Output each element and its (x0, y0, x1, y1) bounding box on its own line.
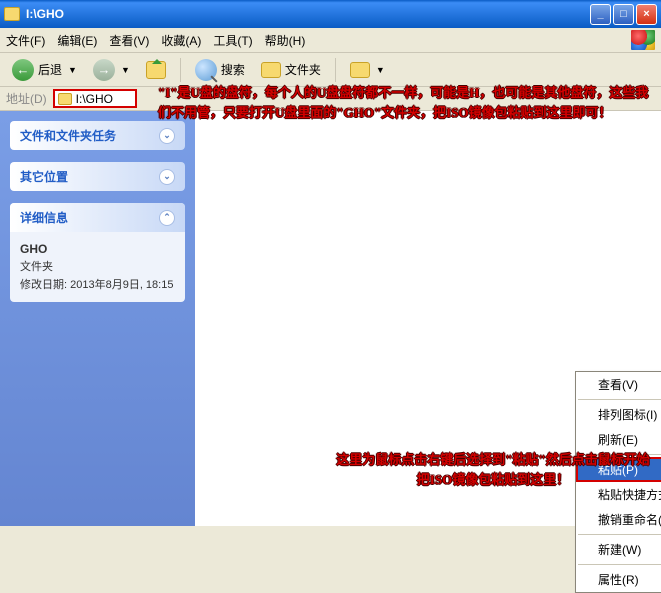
up-folder-icon (146, 61, 166, 79)
sidebar-panel-tasks: 文件和文件夹任务 ⌄ (10, 121, 185, 150)
address-input[interactable]: I:\GHO (53, 89, 137, 108)
sidebar-panel-details: 详细信息 ⌃ GHO 文件夹 修改日期: 2013年8月9日, 18:15 (10, 203, 185, 302)
maximize-button[interactable]: □ (613, 4, 634, 25)
window-title: I:\GHO (26, 7, 590, 21)
panel-title: 其它位置 (20, 168, 68, 185)
sidebar: 文件和文件夹任务 ⌄ 其它位置 ⌄ 详细信息 ⌃ GHO 文件夹 修改日期: 2… (0, 111, 195, 526)
address-label: 地址(D) (6, 90, 47, 107)
details-date: 修改日期: 2013年8月9日, 18:15 (20, 277, 175, 295)
details-type: 文件夹 (20, 259, 175, 277)
window-buttons: _ □ × (590, 4, 657, 25)
menu-edit[interactable]: 编辑(E) (57, 32, 97, 49)
chevron-down-icon: ▼ (68, 65, 77, 75)
menu-bar: 文件(F) 编辑(E) 查看(V) 收藏(A) 工具(T) 帮助(H) (0, 28, 661, 53)
views-button[interactable]: ▼ (344, 60, 391, 80)
ctx-undo-rename[interactable]: 撤销重命名(U) Ctrl+Z (576, 507, 661, 532)
folders-icon (261, 62, 281, 78)
menu-view[interactable]: 查看(V) (109, 32, 149, 49)
separator (578, 564, 661, 565)
ctx-label: 属性(R) (598, 571, 639, 588)
sidebar-panel-other: 其它位置 ⌄ (10, 162, 185, 191)
chevron-up-icon: ⌃ (159, 210, 175, 226)
menu-file[interactable]: 文件(F) (6, 32, 45, 49)
chevron-down-icon: ▼ (121, 65, 130, 75)
panel-title: 文件和文件夹任务 (20, 127, 116, 144)
panel-header[interactable]: 文件和文件夹任务 ⌄ (10, 121, 185, 150)
separator (335, 58, 336, 82)
ctx-label: 撤销重命名(U) (598, 511, 661, 528)
folders-label: 文件夹 (285, 61, 321, 78)
ctx-new[interactable]: 新建(W) ▶ (576, 537, 661, 562)
back-label: 后退 (38, 61, 62, 78)
search-button[interactable]: 搜索 (189, 57, 251, 83)
back-button[interactable]: ← 后退 ▼ (6, 57, 83, 83)
folders-button[interactable]: 文件夹 (255, 59, 327, 80)
ctx-properties[interactable]: 属性(R) (576, 567, 661, 592)
folder-icon (58, 93, 72, 105)
annotation-top: "I"是U盘的盘符，每个人的U盘盘符都不一样，可能是H，也可能是其他盘符，这些我… (158, 83, 658, 122)
views-icon (350, 62, 370, 78)
panel-body: GHO 文件夹 修改日期: 2013年8月9日, 18:15 (10, 232, 185, 302)
separator (578, 399, 661, 400)
folder-icon (4, 7, 20, 21)
menu-favorites[interactable]: 收藏(A) (161, 32, 201, 49)
up-button[interactable] (140, 59, 172, 81)
panel-header[interactable]: 详细信息 ⌃ (10, 203, 185, 232)
search-label: 搜索 (221, 61, 245, 78)
details-name: GHO (20, 240, 175, 259)
forward-arrow-icon: → (93, 59, 115, 81)
menu-help[interactable]: 帮助(H) (265, 32, 306, 49)
ctx-label: 排列图标(I) (598, 406, 657, 423)
panel-header[interactable]: 其它位置 ⌄ (10, 162, 185, 191)
minimize-button[interactable]: _ (590, 4, 611, 25)
title-bar: I:\GHO _ □ × (0, 0, 661, 28)
separator (180, 58, 181, 82)
menu-tools[interactable]: 工具(T) (213, 32, 252, 49)
annotation-bottom: 这里为鼠标点击右键后选择到"粘贴"然后点击鼠标开始把ISO镜像包粘贴到这里！ (330, 450, 656, 489)
windows-logo-icon (631, 30, 655, 50)
panel-title: 详细信息 (20, 209, 68, 226)
back-arrow-icon: ← (12, 59, 34, 81)
forward-button[interactable]: → ▼ (87, 57, 136, 83)
toolbar: ← 后退 ▼ → ▼ 搜索 文件夹 ▼ (0, 53, 661, 87)
close-button[interactable]: × (636, 4, 657, 25)
chevron-down-icon: ▼ (376, 65, 385, 75)
search-icon (195, 59, 217, 81)
chevron-down-icon: ⌄ (159, 169, 175, 185)
ctx-view[interactable]: 查看(V) ▶ (576, 372, 661, 397)
ctx-label: 刷新(E) (598, 431, 638, 448)
ctx-label: 查看(V) (598, 376, 638, 393)
chevron-down-icon: ⌄ (159, 128, 175, 144)
ctx-refresh[interactable]: 刷新(E) (576, 427, 661, 452)
ctx-arrange[interactable]: 排列图标(I) ▶ (576, 402, 661, 427)
address-value: I:\GHO (76, 92, 113, 106)
ctx-label: 新建(W) (598, 541, 641, 558)
separator (578, 534, 661, 535)
